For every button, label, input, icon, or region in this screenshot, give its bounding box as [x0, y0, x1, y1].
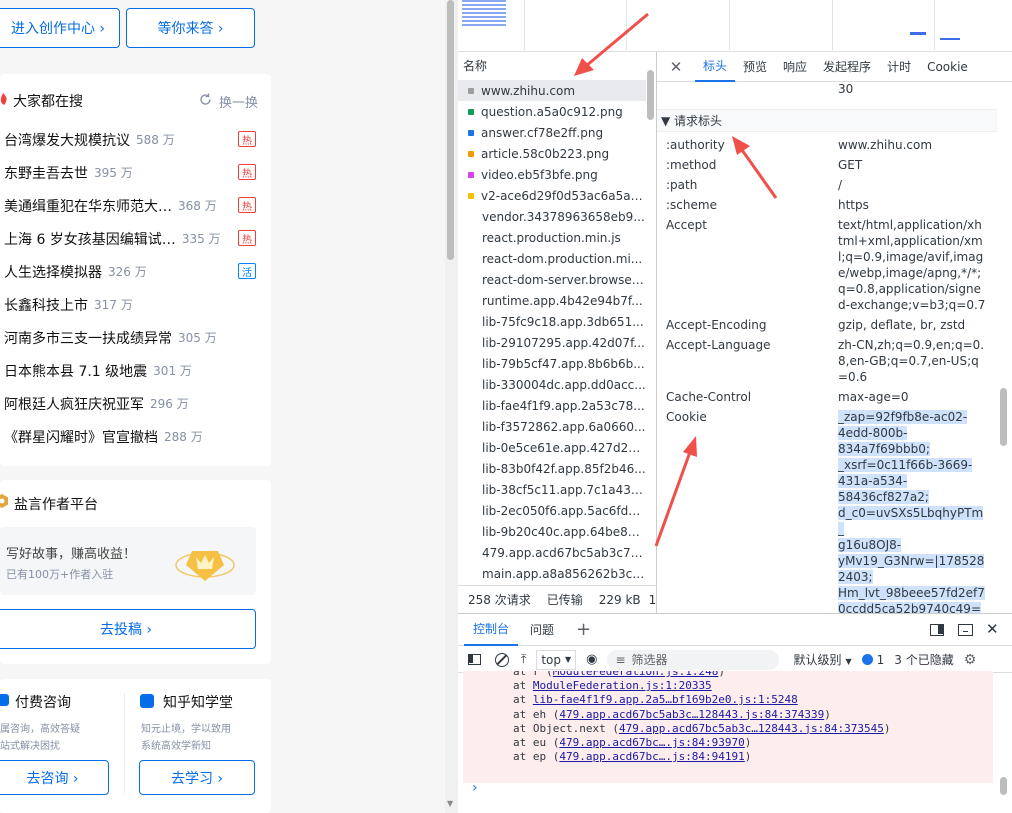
red-arrow-icon — [732, 136, 778, 199]
red-arrow-icon — [654, 436, 697, 547]
screenshot-root: 进入创作中心 › 等你来答 › 大家都在搜 换一换 台湾爆发大规模抗议 588 万… — [0, 0, 1012, 813]
annotation-arrows — [574, 12, 778, 547]
red-arrow-icon — [574, 12, 649, 76]
